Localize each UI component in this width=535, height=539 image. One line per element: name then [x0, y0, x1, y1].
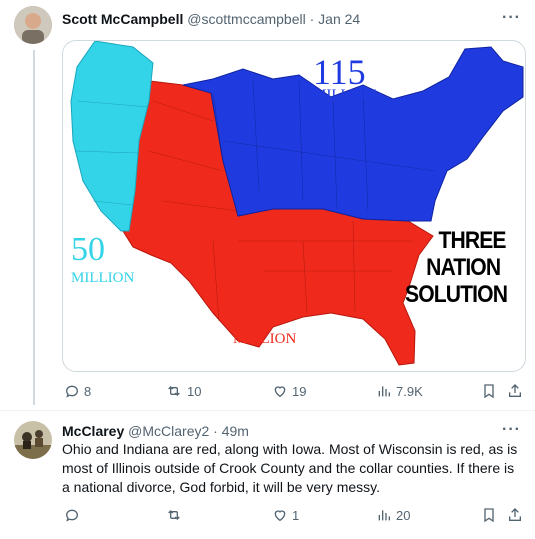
- like-count: 1: [292, 507, 300, 523]
- tweet-actions-bar: 1 20: [62, 507, 524, 527]
- caption-line-3: SOLUTION: [405, 281, 508, 308]
- analytics-icon: [378, 386, 390, 397]
- share-button[interactable]: [507, 383, 523, 399]
- reply-button[interactable]: 8: [64, 383, 91, 399]
- views-button[interactable]: 7.9K: [376, 383, 423, 399]
- tweet-image-map[interactable]: 115 MILLION 50 MILLION 140 MILLION THREE…: [62, 40, 526, 372]
- share-icon: [509, 384, 521, 397]
- separator-dot: ·: [213, 423, 218, 439]
- timestamp[interactable]: 49m: [222, 423, 249, 439]
- tweet-header: Scott McCampbell @scottmccampbell · Jan …: [62, 11, 360, 27]
- caption-line-2: NATION: [426, 254, 501, 281]
- share-button[interactable]: [507, 507, 523, 523]
- north-population-unit: MILLION: [313, 87, 377, 103]
- more-options-button[interactable]: ···: [502, 421, 521, 439]
- heart-icon: [274, 386, 286, 398]
- tweet-scott-mccampbell[interactable]: Scott McCampbell @scottmccampbell · Jan …: [0, 0, 535, 410]
- three-nation-map: [70, 41, 524, 366]
- tweet-text: Ohio and Indiana are red, along with Iow…: [62, 441, 518, 495]
- heart-icon: [274, 510, 286, 522]
- caption-line-1: THREE: [438, 227, 506, 254]
- reply-count: 8: [84, 383, 92, 399]
- share-icon: [509, 508, 521, 521]
- bookmark-button[interactable]: [481, 383, 497, 399]
- like-count: 19: [292, 383, 307, 399]
- view-count: 20: [396, 507, 411, 523]
- more-options-button[interactable]: ···: [502, 9, 521, 27]
- like-button[interactable]: 1: [272, 507, 299, 523]
- display-name[interactable]: Scott McCampbell: [62, 11, 183, 27]
- separator-dot: ·: [309, 11, 315, 27]
- repost-button[interactable]: [165, 507, 187, 523]
- three-nation-caption: THREE NATION SOLUTION: [405, 227, 511, 308]
- avatar-image: [14, 6, 52, 44]
- timestamp[interactable]: Jan 24: [318, 11, 360, 27]
- repost-button[interactable]: 10: [165, 383, 201, 399]
- reply-icon: [65, 509, 79, 522]
- views-button[interactable]: 20: [376, 507, 410, 523]
- avatar[interactable]: [14, 421, 52, 459]
- tweet-actions-bar: 8 10 19 7.9K: [62, 383, 524, 403]
- view-count: 7.9K: [396, 383, 423, 399]
- tweet-header: McClarey @McClarey2 · 49m: [62, 423, 249, 439]
- analytics-icon: [378, 510, 390, 521]
- repost-icon: [168, 386, 180, 396]
- repost-icon: [168, 510, 180, 520]
- west-population-unit: MILLION: [71, 270, 135, 286]
- south-population-value: 140: [233, 293, 284, 330]
- south-population-unit: MILLION: [233, 331, 297, 347]
- avatar[interactable]: [14, 6, 52, 44]
- bookmark-button[interactable]: [481, 507, 497, 523]
- user-handle[interactable]: @scottmccampbell: [187, 11, 305, 27]
- bookmark-icon: [484, 384, 494, 399]
- user-handle[interactable]: @McClarey2: [128, 423, 209, 439]
- west-population-value: 50: [71, 231, 105, 268]
- avatar-image: [14, 421, 52, 459]
- repost-count: 10: [187, 383, 202, 399]
- reply-icon: [65, 385, 79, 398]
- reply-button[interactable]: [64, 507, 84, 523]
- like-button[interactable]: 19: [272, 383, 306, 399]
- display-name[interactable]: McClarey: [62, 423, 124, 439]
- bookmark-icon: [484, 508, 494, 523]
